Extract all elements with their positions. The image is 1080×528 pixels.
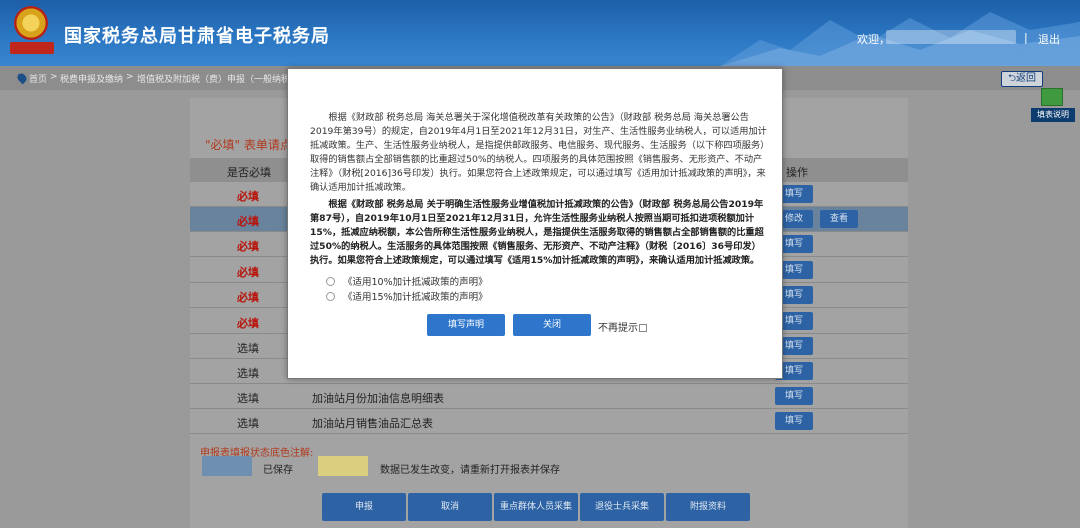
location-pin-icon [15, 71, 29, 85]
cancel-button[interactable]: 取消 [408, 493, 492, 521]
fill-button[interactable]: 填写 [775, 387, 813, 405]
close-button[interactable]: 关闭 [513, 314, 591, 336]
radio-icon[interactable] [326, 277, 335, 286]
username-masked [886, 30, 1016, 44]
attachments-button[interactable]: 附报资料 [666, 493, 750, 521]
spreadsheet-icon [1041, 88, 1063, 106]
emblem-banner [10, 42, 54, 54]
breadcrumb-level1[interactable]: 税费申报及缴纳 [60, 72, 123, 85]
key-group-collect-button[interactable]: 重点群体人员采集 [494, 493, 578, 521]
option-10-percent[interactable]: 《适用10%加计抵减政策的声明》 [326, 274, 488, 288]
submit-button[interactable]: 申报 [322, 493, 406, 521]
policy-dialog: 根据《财政部 税务总局 海关总署关于深化增值税改革有关政策的公告》（财政部 税务… [287, 68, 783, 379]
tax-emblem-icon [14, 6, 48, 40]
site-header: 国家税务总局甘肃省电子税务局 欢迎， | 退出 [0, 0, 1080, 66]
changed-swatch [318, 456, 368, 476]
policy-paragraph-1: 根据《财政部 税务总局 海关总署关于深化增值税改革有关政策的公告》（财政部 税务… [310, 112, 767, 193]
radio-icon[interactable] [326, 292, 335, 301]
veteran-collect-button[interactable]: 退役士兵采集 [580, 493, 664, 521]
fill-guide-button[interactable]: 填表说明 [1031, 88, 1075, 122]
required-notice: "必填" 表单请点 [205, 138, 292, 152]
view-button[interactable]: 查看 [820, 210, 858, 228]
breadcrumb-home[interactable]: 首页 [29, 72, 47, 85]
saved-swatch [202, 456, 252, 476]
site-title: 国家税务总局甘肃省电子税务局 [64, 26, 330, 47]
option-15-percent[interactable]: 《适用15%加计抵减政策的声明》 [326, 289, 488, 303]
fill-declaration-button[interactable]: 填写声明 [427, 314, 505, 336]
dont-show-again[interactable]: 不再提示 [598, 319, 647, 334]
logout-link[interactable]: 退出 [1038, 31, 1060, 47]
legend-saved: 已保存 [263, 465, 293, 476]
fill-button[interactable]: 填写 [775, 412, 813, 430]
breadcrumb-level2: 增值税及附加税（费）申报（一般纳税人 [137, 75, 300, 85]
policy-paragraph-2: 根据《财政部 税务总局 关于明确生活性服务业增值税加计抵减政策的公告》（财政部 … [310, 199, 764, 266]
legend-changed: 数据已发生改变，请重新打开报表并保存 [380, 465, 560, 476]
return-icon: ⮌ [1007, 73, 1016, 84]
checkbox-icon[interactable] [639, 324, 647, 332]
back-button[interactable]: ⮌返回 [1001, 71, 1043, 87]
table-row: 选填 加油站月销售油品汇总表 填写 [190, 409, 908, 434]
header-separator: | [1024, 31, 1028, 44]
table-row: 选填 加油站月份加油信息明细表 填写 [190, 384, 908, 409]
